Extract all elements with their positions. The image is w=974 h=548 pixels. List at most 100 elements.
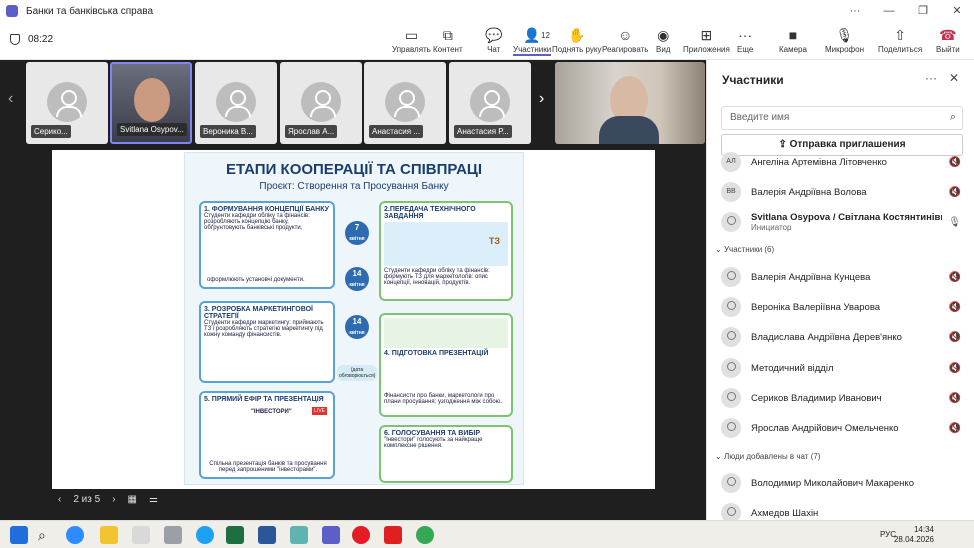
hand-icon: ✋ — [568, 27, 586, 43]
search-icon: ⌕ — [949, 111, 956, 123]
chevron-left-icon[interactable]: ‹ — [8, 90, 13, 108]
step-4: 4. ПІДГОТОВКА ПРЕЗЕНТАЦІЙ Фінансисти про … — [379, 313, 513, 417]
more-icon[interactable]: ··· — [838, 0, 872, 22]
slide-subtitle: Проєкт: Створення та Просування Банку — [259, 181, 449, 192]
participant-row[interactable]: Ярослав Андрійович Омельченко 🔇 — [721, 414, 961, 442]
participant-row[interactable]: Владислава Андріївна Дерев'янко 🔇 — [721, 323, 961, 351]
chrome-icon[interactable] — [416, 526, 434, 544]
shield-icon — [10, 34, 20, 45]
participant-row[interactable]: Володимир Миколайович Макаренко — [721, 469, 961, 497]
word-icon[interactable] — [258, 526, 276, 544]
opera-icon[interactable] — [352, 526, 370, 544]
mic-icon: 🎙 — [835, 27, 854, 43]
acrobat-icon[interactable] — [384, 526, 402, 544]
share-button[interactable]: ⇧ Поделиться — [878, 25, 922, 54]
step-3: 3. РОЗРОБКА МАРКЕТИНГОВОЇ СТРАТЕГІЇ Студе… — [199, 301, 335, 383]
mic-off-icon: 🔇 — [948, 186, 961, 198]
edge-icon[interactable] — [196, 526, 214, 544]
slide-counter: 2 из 5 — [73, 494, 101, 505]
participant-row[interactable]: Валерія Андріївна Кунцева 🔇 — [721, 263, 961, 291]
participant-row[interactable]: ВВ Валерія Андріївна Волова 🔇 — [721, 178, 961, 206]
avatar — [721, 418, 741, 438]
mic-off-icon: 🔇 — [948, 331, 961, 343]
view-icon: ◉ — [657, 27, 670, 43]
more-button[interactable]: ··· Еще — [737, 25, 753, 54]
store-icon[interactable] — [132, 526, 150, 544]
folder-icon[interactable] — [100, 526, 118, 544]
apps-button[interactable]: ⊞ Приложения — [683, 25, 730, 54]
chevron-right-icon[interactable]: › — [539, 90, 544, 108]
participant-tile[interactable]: Анастасия Р... — [449, 62, 531, 144]
next-slide-button[interactable]: › — [112, 494, 115, 505]
participant-row[interactable]: Методичний відділ 🔇 — [721, 354, 961, 382]
leave-button[interactable]: ☎ Выйти — [936, 25, 960, 54]
mic-on-icon: 🎙 — [948, 216, 961, 228]
smile-icon: ☺ — [618, 27, 633, 43]
avatar — [721, 388, 741, 408]
participant-row[interactable]: АЛ Ангеліна Артемівна Літовченко 🔇 — [721, 148, 961, 176]
participant-tile[interactable]: Серико... — [26, 62, 108, 144]
ellipsis-icon: ··· — [738, 27, 753, 43]
video-gallery: ‹ Серико... Svitlana Osypov... Вероника … — [0, 60, 706, 146]
step-6: 6. ГОЛОСУВАННЯ ТА ВИБІР "Інвестори" голос… — [379, 425, 513, 483]
avatar — [470, 82, 510, 122]
participant-tile[interactable]: Ярослав А... — [280, 62, 362, 144]
participant-tile[interactable]: Анастасия ... — [364, 62, 446, 144]
title-bar: Банки та банківська справа ··· — ❐ ✕ — [0, 0, 974, 22]
avatar — [47, 82, 87, 122]
ellipsis-icon[interactable]: ··· — [925, 71, 937, 85]
avatar — [301, 82, 341, 122]
settings-sliders-icon[interactable]: ⚌ — [149, 494, 158, 505]
slide-poster: ЕТАПИ КООПЕРАЦІЇ ТА СПІВПРАЦІ Проєкт: Ст… — [184, 152, 524, 485]
participants-panel: Участники ··· ✕ Введите имя ⌕ ⇪ Отправка … — [706, 60, 974, 523]
participant-tile[interactable]: Вероника В... — [195, 62, 277, 144]
view-button[interactable]: ◉ Вид — [656, 25, 670, 54]
app-icon[interactable] — [290, 526, 308, 544]
chat-button[interactable]: 💬 Чат — [485, 25, 502, 54]
windows-start-icon[interactable] — [10, 526, 28, 544]
avatar — [721, 358, 741, 378]
layout-button[interactable]: ▭ Управлять — [392, 25, 431, 54]
participant-row[interactable]: Сериков Владимир Иванович 🔇 — [721, 384, 961, 412]
excel-icon[interactable] — [226, 526, 244, 544]
raise-hand-button[interactable]: ✋ Поднять руку — [552, 25, 601, 54]
camera-button[interactable]: ■ Камера — [779, 25, 807, 54]
teams-icon[interactable] — [322, 526, 340, 544]
mic-button[interactable]: 🎙 Микрофон — [825, 25, 864, 54]
clock[interactable]: 14:34 28.04.2026 — [894, 525, 934, 545]
search-input[interactable]: Введите имя ⌕ — [721, 106, 963, 130]
layout-icon: ▭ — [404, 27, 419, 43]
avatar — [721, 327, 741, 347]
avatar — [385, 82, 425, 122]
windows-taskbar: ⌕ РУС 14:34 28.04.2026 — [0, 520, 974, 548]
slide-title: ЕТАПИ КООПЕРАЦІЇ ТА СПІВПРАЦІ — [225, 161, 483, 178]
step-1: 1. ФОРМУВАННЯ КОНЦЕПЦІЇ БАНКУ Студенти ка… — [199, 201, 335, 289]
section-header[interactable]: ⌄ Участники (6) — [715, 245, 774, 254]
date-badge: 14 квітня — [345, 267, 369, 291]
close-button[interactable]: ✕ — [940, 0, 974, 22]
date-badge: 14 квітня — [345, 315, 369, 339]
content-button[interactable]: ⧉ Контент — [433, 25, 463, 54]
snipping-icon[interactable] — [164, 526, 182, 544]
mic-off-icon: 🔇 — [948, 156, 961, 168]
people-icon: 👤 — [523, 27, 541, 43]
date-note: (дата обговорюється) — [337, 365, 377, 381]
self-view-video[interactable] — [555, 62, 705, 144]
close-icon[interactable]: ✕ — [949, 71, 959, 85]
step-2: 2.ПЕРЕДАЧА ТЕХНІЧНОГО ЗАВДАННЯ ТЗ Студенти… — [379, 201, 513, 301]
participant-video-tile[interactable]: Svitlana Osypov... — [110, 62, 192, 144]
avatar — [721, 473, 741, 493]
minimize-button[interactable]: — — [872, 0, 906, 22]
grid-icon[interactable]: ▦ — [128, 494, 137, 505]
people-button[interactable]: 👤 12 Участники — [513, 25, 552, 56]
previous-slide-button[interactable]: ‹ — [58, 494, 61, 505]
participant-row[interactable]: Вероніка Валеріївна Уварова 🔇 — [721, 293, 961, 321]
react-button[interactable]: ☺ Реагировать — [602, 25, 648, 54]
zoom-icon[interactable] — [66, 526, 84, 544]
maximize-button[interactable]: ❐ — [906, 0, 940, 22]
meeting-toolbar: 08:22 ▭ Управлять ⧉ Контент 💬 Чат 👤 12 Участн… — [0, 22, 974, 60]
search-icon[interactable]: ⌕ — [38, 526, 56, 544]
section-header[interactable]: ⌄ Люди добавлены в чат (7) — [715, 452, 821, 461]
participant-row[interactable]: Svitlana Osypova / Світлана Костянтинівн… — [721, 208, 961, 236]
shared-slide: 2 ЕТАПИ КООПЕРАЦІЇ ТА СПІВПРАЦІ Проєкт: … — [52, 150, 655, 489]
